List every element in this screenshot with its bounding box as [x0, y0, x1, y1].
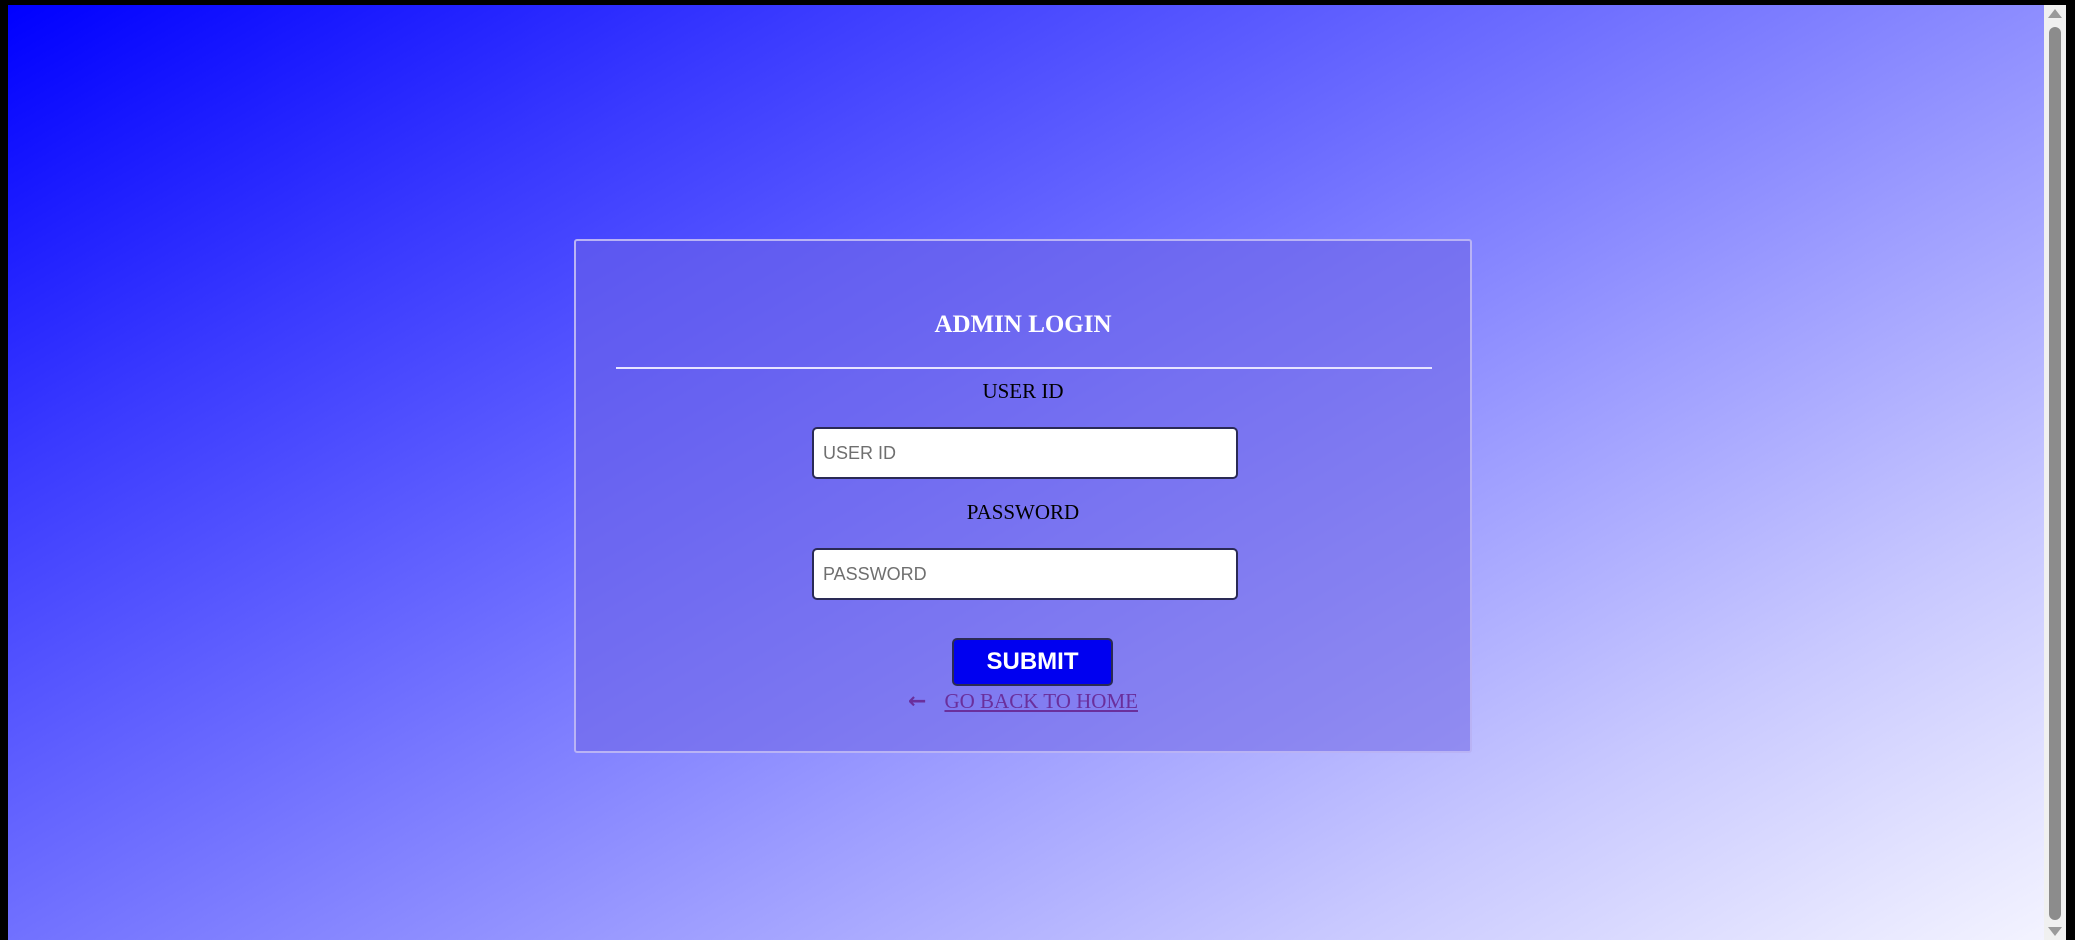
page-title: ADMIN LOGIN	[934, 311, 1112, 338]
go-back-home-link[interactable]: GO BACK TO HOME	[944, 689, 1138, 713]
arrow-left-icon[interactable]: ←	[908, 689, 926, 714]
window-edge	[2066, 0, 2075, 940]
password-label: PASSWORD	[966, 500, 1080, 524]
scroll-down-icon[interactable]	[2048, 927, 2062, 936]
password-input[interactable]	[812, 548, 1238, 600]
submit-button[interactable]: SUBMIT	[952, 638, 1113, 686]
back-home-row: ← GO BACK TO HOME	[576, 689, 1470, 714]
user-id-input[interactable]	[812, 427, 1238, 479]
page-background: ADMIN LOGIN USER ID PASSWORD SUBMIT ← GO …	[8, 5, 2044, 940]
title-divider	[616, 367, 1432, 369]
login-card: ADMIN LOGIN USER ID PASSWORD SUBMIT ← GO …	[574, 239, 1472, 753]
user-id-label: USER ID	[982, 379, 1064, 403]
scrollbar-thumb[interactable]	[2049, 27, 2061, 920]
vertical-scrollbar[interactable]	[2044, 5, 2066, 940]
scroll-up-icon[interactable]	[2048, 9, 2062, 18]
